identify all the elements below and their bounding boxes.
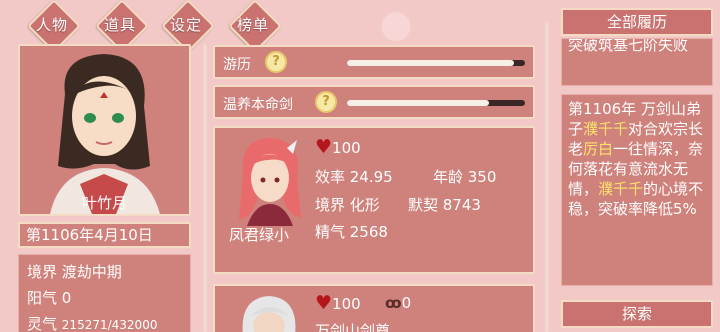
middle-scrollbar[interactable]: [545, 22, 549, 332]
hp-value: 100: [332, 295, 361, 313]
history-title[interactable]: 全部履历: [561, 8, 713, 36]
tab-items[interactable]: 道具: [88, 0, 152, 48]
left-scrollbar[interactable]: [203, 44, 207, 332]
player-spirit: 灵气 215271/432000: [27, 311, 182, 332]
character-bond: 默契 8743: [408, 196, 481, 214]
skill-progress-bar: [347, 100, 525, 106]
heart-icon: ♥: [315, 136, 333, 158]
history-name-highlight: 濮千千: [598, 180, 644, 198]
tab-settings[interactable]: 设定: [154, 0, 218, 48]
player-portrait[interactable]: 叶竹月: [18, 44, 191, 216]
character-essence: 精气 2568: [315, 223, 388, 241]
handcuffs-icon: ꝏ: [385, 294, 402, 312]
history-entry-text: 突破筑基七阶失败: [568, 38, 689, 54]
question-icon[interactable]: ?: [265, 51, 287, 73]
skill-row-nurture-sword[interactable]: 温养本命剑 ?: [213, 85, 535, 119]
tab-items-label: 道具: [103, 15, 136, 34]
skill-progress-fill: [347, 60, 515, 66]
heart-icon: ♥: [315, 292, 333, 314]
history-entry-partial: 突破筑基七阶失败: [561, 38, 713, 86]
history-name-highlight: 濮千千: [583, 120, 629, 138]
explore-button[interactable]: 探索: [561, 300, 713, 328]
skill-progress-fill: [347, 100, 490, 106]
character-name: 凤君绿小: [229, 226, 290, 244]
character-efficiency: 效率 24.95: [315, 168, 393, 186]
player-realm: 境界 渡劫中期: [27, 263, 122, 281]
player-name: 叶竹月: [81, 194, 127, 212]
game-date: 第1106年4月10日: [18, 222, 191, 248]
character-hp: ♥100: [315, 136, 361, 158]
skill-label: 温养本命剑: [223, 97, 293, 113]
history-entry: 第1106年 万剑山弟子濮千千对合欢宗长老厉白一往情深，奈何落花有意流水无情，濮…: [561, 94, 713, 286]
hp-value: 100: [332, 139, 361, 157]
skill-row-travel[interactable]: 游历 ?: [213, 45, 535, 79]
character-age: 年龄 350: [433, 168, 497, 186]
spirit-value: 215271/432000: [61, 318, 158, 332]
tab-character[interactable]: 人物: [20, 0, 84, 48]
character-avatar: [242, 296, 296, 332]
player-stats: 境界 渡劫中期 阳气 0 灵气 215271/432000: [18, 254, 191, 332]
skill-progress-bar: [347, 60, 525, 66]
player-yang: 阳气 0: [27, 289, 72, 307]
spirit-label: 灵气: [27, 315, 58, 332]
character-card[interactable]: ♥100 ꝏ0 万剑山剑尊: [213, 284, 535, 332]
skill-label: 游历: [223, 57, 251, 73]
tab-rankings[interactable]: 榜单: [221, 0, 285, 48]
character-bond-count: ꝏ0: [385, 294, 411, 312]
character-hp: ♥100: [315, 292, 361, 314]
character-avatar: [239, 138, 301, 226]
bond-count-value: 0: [401, 294, 412, 312]
tab-character-label: 人物: [35, 15, 68, 34]
player-avatar: [50, 54, 160, 214]
tab-rankings-label: 榜单: [236, 15, 269, 34]
question-icon[interactable]: ?: [315, 91, 337, 113]
character-realm: 境界 化形: [315, 196, 380, 214]
history-name-highlight: 厉白: [583, 140, 614, 158]
character-name: 万剑山剑尊: [315, 322, 391, 332]
tab-settings-label: 设定: [169, 15, 202, 34]
character-card[interactable]: 凤君绿小 ♥100 效率 24.95 年龄 350 境界 化形 默契 8743 …: [213, 126, 535, 274]
